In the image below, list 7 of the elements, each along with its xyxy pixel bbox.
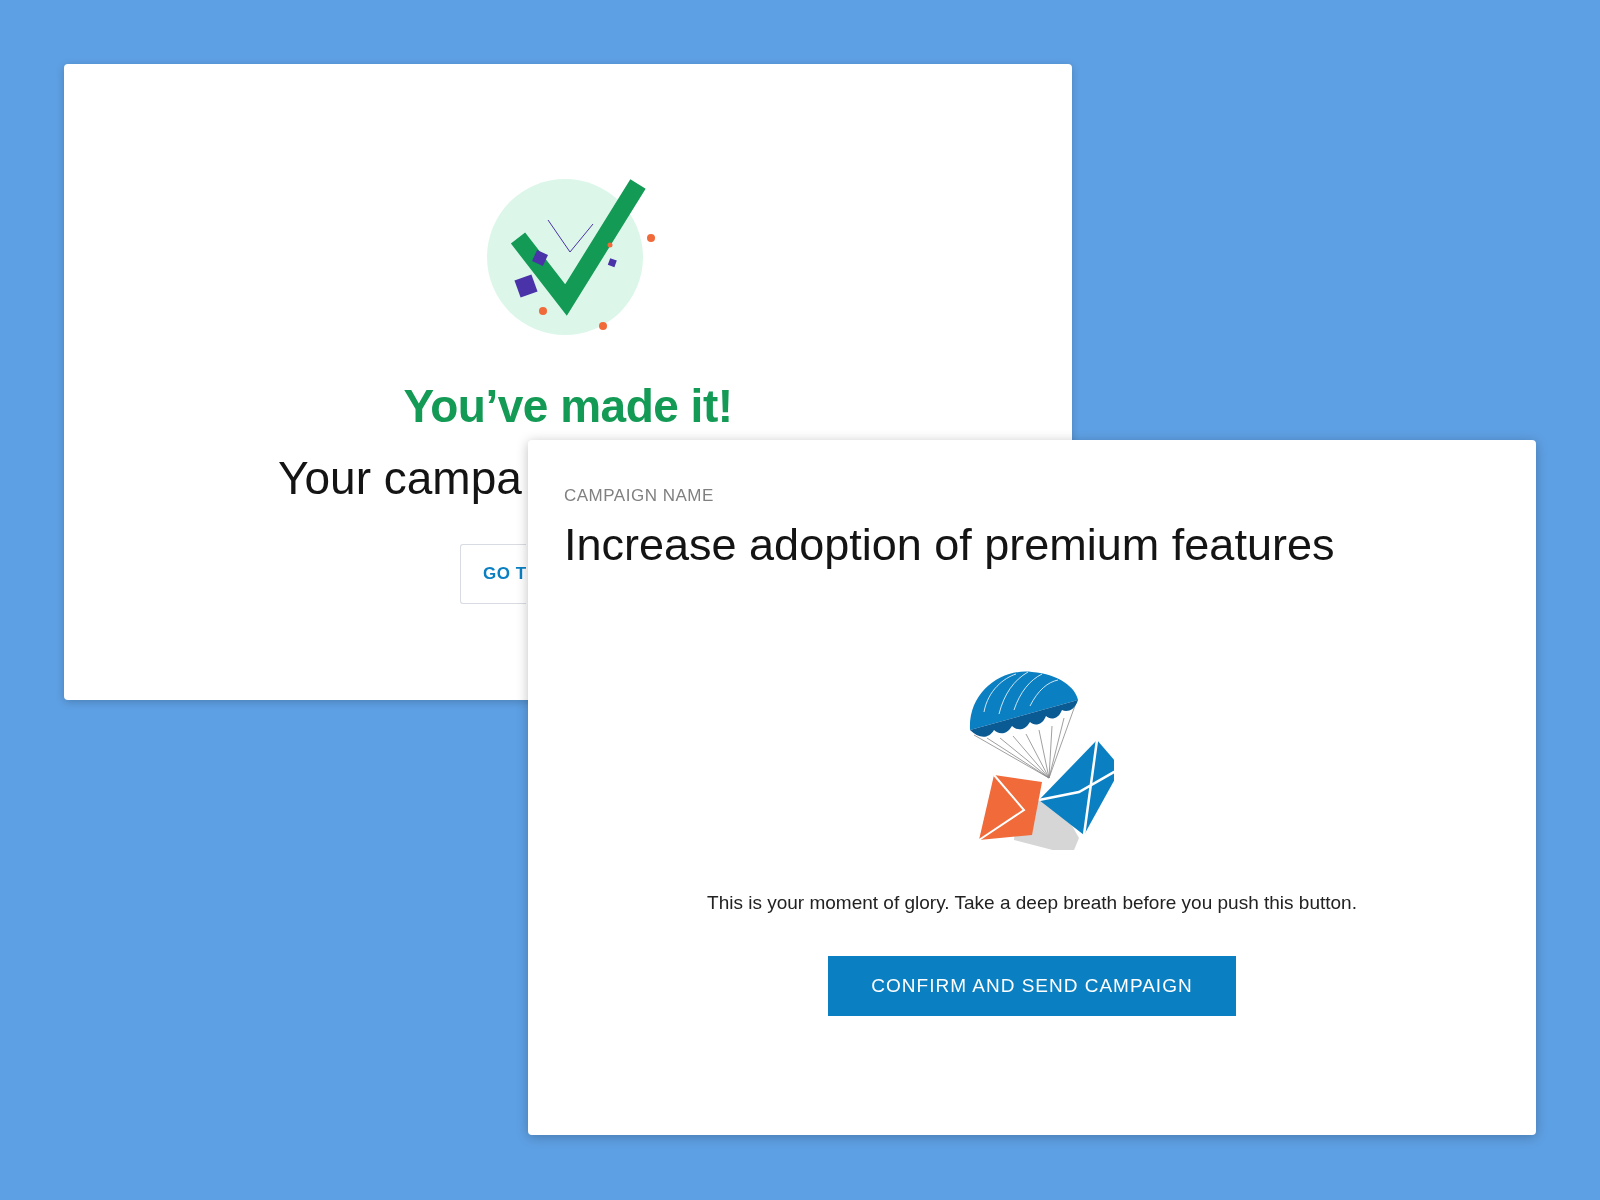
campaign-name: Increase adoption of premium features	[564, 518, 1335, 572]
campaign-name-label: CAMPAIGN NAME	[564, 485, 714, 507]
success-title: You’ve made it!	[402, 379, 734, 434]
go-button[interactable]: GO T	[460, 544, 526, 604]
success-subtitle: Your campa	[278, 451, 522, 506]
confirm-send-button[interactable]: CONFIRM AND SEND CAMPAIGN	[828, 956, 1236, 1016]
confirm-message: This is your moment of glory. Take a deep breath before you push this button.	[707, 891, 1357, 915]
